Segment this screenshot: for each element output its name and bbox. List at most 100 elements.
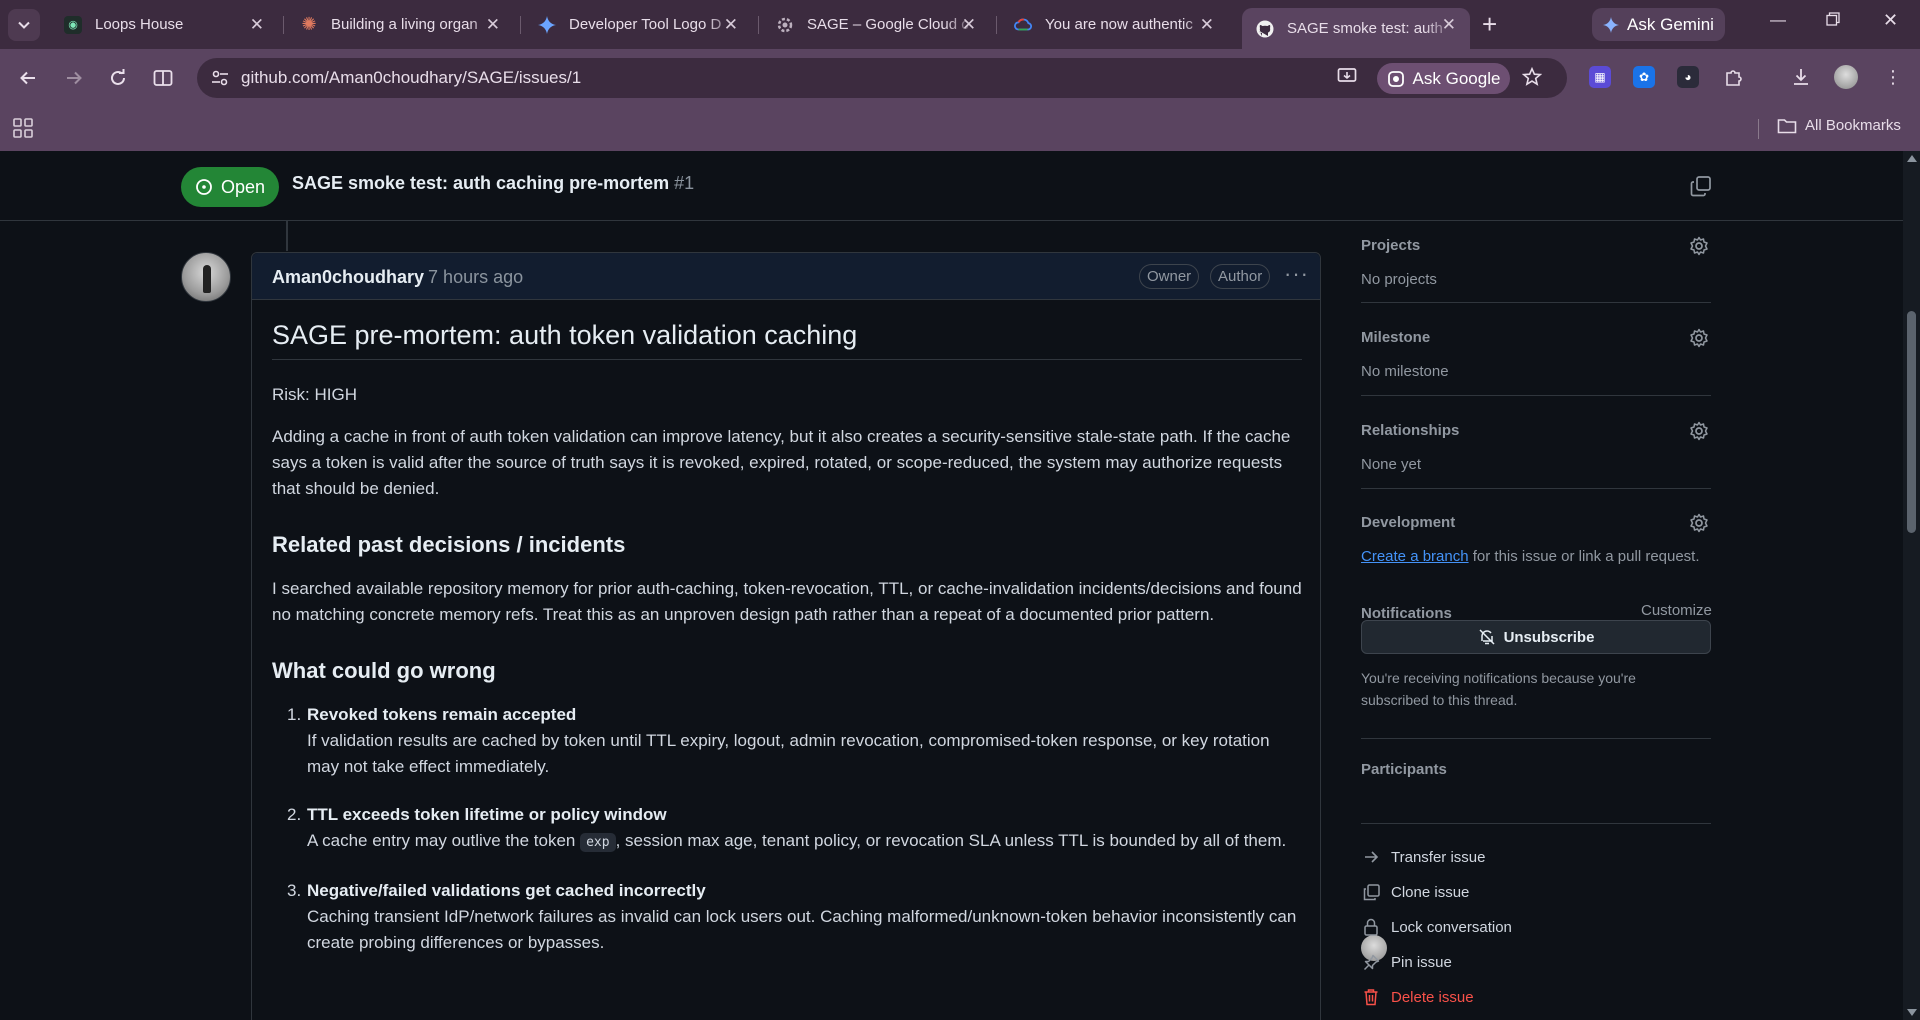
tab-label: SAGE – Google Cloud c (807, 16, 969, 33)
back-arrow-icon[interactable] (14, 64, 42, 92)
list-number: 2. (287, 805, 302, 824)
comment-body: SAGE pre-mortem: auth token validation c… (272, 300, 1302, 956)
relationships-value: None yet (1361, 456, 1422, 473)
sidebar-projects: Projects No projects (1361, 221, 1711, 303)
bell-slash-icon (1479, 629, 1495, 645)
pin-icon (1361, 952, 1381, 972)
restore-icon[interactable] (1826, 12, 1840, 31)
tab-developer-logo[interactable]: Developer Tool Logo D ✕ (524, 8, 752, 41)
risk-list: 1. Revoked tokens remain accepted If val… (272, 702, 1302, 956)
copy-icon (1361, 882, 1381, 902)
new-tab-plus-icon[interactable]: + (1482, 10, 1497, 38)
tab-label: You are now authentic (1045, 16, 1193, 33)
close-icon[interactable]: ✕ (1200, 16, 1214, 33)
install-app-icon[interactable] (1337, 67, 1357, 90)
delete-issue-button[interactable]: Delete issue (1361, 987, 1474, 1007)
unsubscribe-label: Unsubscribe (1503, 628, 1595, 646)
scroll-up-arrow-icon[interactable] (1907, 155, 1917, 162)
bookmark-star-icon[interactable] (1521, 66, 1543, 92)
author-link[interactable]: Aman0choudhary (272, 267, 424, 287)
sticky-issue-title: SAGE smoke test: auth caching pre-mortem… (292, 173, 694, 194)
copy-link-icon[interactable] (1690, 175, 1712, 197)
sticky-issue-header: Open SAGE smoke test: auth caching pre-m… (0, 151, 1903, 221)
projects-value: No projects (1361, 271, 1437, 288)
milestone-title: Milestone (1361, 329, 1431, 346)
projects-title: Projects (1361, 237, 1421, 254)
extension-icon[interactable]: ▦ (1589, 66, 1611, 88)
issue-state-badge: Open (181, 167, 280, 207)
tab-sage-google-cloud[interactable]: SAGE – Google Cloud c ✕ (762, 8, 990, 41)
owner-badge: Owner (1139, 264, 1200, 289)
ask-google-label: Ask Google (1412, 68, 1501, 88)
ask-gemini-button[interactable]: Ask Gemini (1592, 8, 1725, 41)
author-avatar[interactable] (181, 252, 231, 302)
site-info-icon[interactable] (207, 66, 233, 90)
extension-icon[interactable]: ◕ (1677, 66, 1699, 88)
split-view-icon[interactable] (149, 64, 177, 92)
minimize-icon[interactable]: — (1770, 12, 1786, 30)
pin-issue-button[interactable]: Pin issue (1361, 952, 1452, 972)
list-item-title: Negative/failed validations get cached i… (307, 881, 706, 900)
clone-issue-button[interactable]: Clone issue (1361, 882, 1469, 902)
close-icon[interactable]: ✕ (724, 16, 738, 33)
scroll-down-arrow-icon[interactable] (1907, 1009, 1917, 1016)
tab-search-button[interactable] (8, 9, 40, 41)
tab-label: SAGE smoke test: auth (1287, 20, 1443, 37)
close-icon[interactable]: ✕ (250, 16, 264, 33)
all-bookmarks-button[interactable]: All Bookmarks (1777, 117, 1901, 134)
url-text[interactable]: github.com/Aman0choudhary/SAGE/issues/1 (241, 68, 581, 88)
page-scrollbar[interactable] (1903, 151, 1920, 1020)
gear-icon[interactable] (1689, 513, 1709, 533)
tab-sage-smoke-test[interactable]: SAGE smoke test: auth ✕ (1242, 8, 1470, 49)
create-branch-link[interactable]: Create a branch (1361, 548, 1469, 565)
unsubscribe-button[interactable]: Unsubscribe (1361, 620, 1711, 654)
customize-link[interactable]: Customize (1641, 602, 1712, 619)
text-fragment: , session max age, tenant policy, or rev… (615, 831, 1287, 850)
google-cloud-favicon-icon (1014, 16, 1032, 34)
tab-divider (283, 16, 284, 34)
more-menu-icon[interactable]: ⋮ (1882, 66, 1904, 88)
comment-timestamp[interactable]: 7 hours ago (428, 267, 523, 287)
tab-loops-house[interactable]: ◉ Loops House ✕ (50, 8, 278, 41)
action-label: Clone issue (1391, 883, 1470, 901)
issue-body-comment: Aman0choudhary 7 hours ago Owner Author ·… (251, 252, 1321, 1020)
extensions-puzzle-icon[interactable] (1723, 66, 1745, 88)
gear-favicon-icon (776, 16, 794, 34)
scrollbar-thumb[interactable] (1907, 311, 1916, 533)
close-icon[interactable]: ✕ (1442, 16, 1456, 33)
window-close-icon[interactable]: ✕ (1883, 10, 1898, 31)
gemini-icon (1603, 16, 1620, 33)
bookmarks-bar: All Bookmarks (0, 107, 1920, 151)
profile-avatar[interactable] (1834, 65, 1858, 89)
sidebar-divider (1361, 823, 1711, 824)
forward-arrow-icon[interactable] (60, 64, 88, 92)
inline-code: exp (580, 833, 616, 852)
list-item-text: Caching transient IdP/network failures a… (307, 907, 1297, 952)
tab-label: Building a living organ (331, 16, 478, 33)
list-item-title: TTL exceeds token lifetime or policy win… (307, 805, 667, 824)
author-badge: Author (1210, 264, 1271, 289)
related-paragraph: I searched available repository memory f… (272, 579, 1302, 624)
address-bar[interactable]: github.com/Aman0choudhary/SAGE/issues/1 … (197, 58, 1567, 98)
apps-grid-icon[interactable] (13, 118, 33, 138)
sidebar-milestone: Milestone No milestone (1361, 303, 1711, 396)
tab-building-organ[interactable]: ✺ Building a living organ ✕ (286, 8, 514, 41)
action-label: Transfer issue (1391, 848, 1486, 866)
close-icon[interactable]: ✕ (962, 16, 976, 33)
section-heading-what-could-go-wrong: What could go wrong (272, 658, 496, 683)
gear-icon[interactable] (1689, 421, 1709, 441)
close-icon[interactable]: ✕ (486, 16, 500, 33)
gear-icon[interactable] (1689, 328, 1709, 348)
tab-authenticated[interactable]: You are now authentic ✕ (1000, 8, 1228, 41)
comment-options-icon[interactable]: ··· (1284, 261, 1309, 287)
extension-icon[interactable]: ✿ (1633, 66, 1655, 88)
gear-icon[interactable] (1689, 236, 1709, 256)
download-icon[interactable] (1790, 66, 1812, 88)
list-item: 2. TTL exceeds token lifetime or policy … (272, 802, 1302, 856)
lock-conversation-button[interactable]: Lock conversation (1361, 917, 1512, 937)
ask-google-button[interactable]: Ask Google (1377, 63, 1510, 94)
sidebar-development: Development Create a branch for this iss… (1361, 489, 1711, 569)
reload-icon[interactable] (104, 64, 132, 92)
transfer-issue-button[interactable]: Transfer issue (1361, 847, 1485, 867)
lens-icon (1387, 70, 1404, 87)
